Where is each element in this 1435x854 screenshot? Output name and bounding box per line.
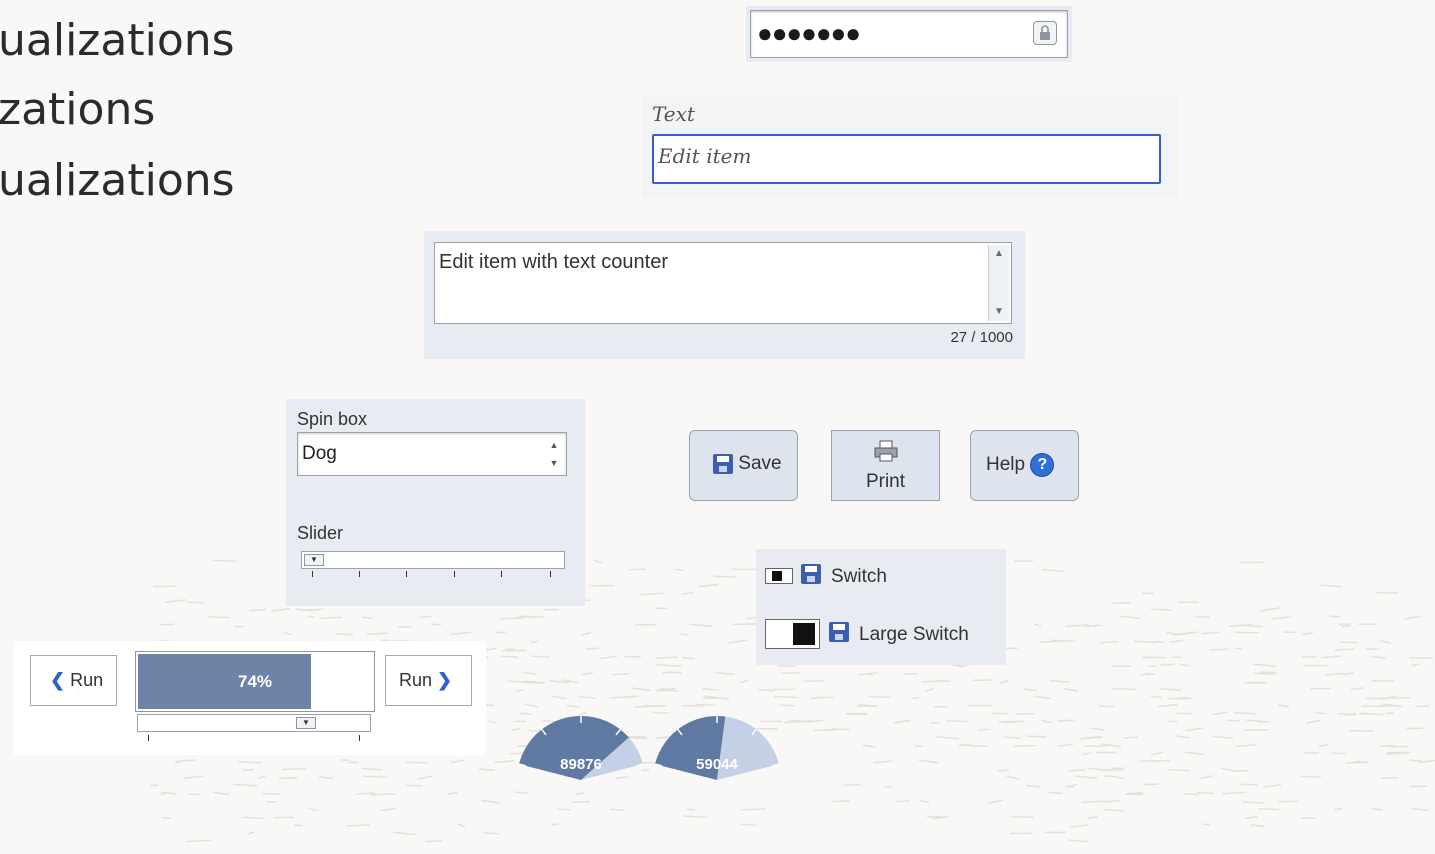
password-field[interactable]: ●●●●●●● bbox=[750, 10, 1068, 58]
textarea-field[interactable]: Edit item with text counter ▲ ▼ bbox=[434, 242, 1012, 324]
chevron-right-icon: ❯ bbox=[437, 670, 453, 690]
scroll-down-arrow-icon[interactable]: ▼ bbox=[989, 303, 1009, 321]
save-button[interactable]: Save bbox=[689, 430, 798, 501]
switch-knob bbox=[772, 571, 782, 581]
heading-line-2: zations bbox=[0, 84, 156, 135]
run-forward-button[interactable]: Run ❯ bbox=[385, 655, 472, 706]
password-mask: ●●●●●●● bbox=[757, 18, 861, 48]
spin-box-field[interactable]: Dog ▲ ▼ bbox=[297, 432, 567, 476]
help-icon: ? bbox=[1030, 453, 1055, 477]
lock-icon[interactable] bbox=[1033, 21, 1057, 45]
text-edit-value: Edit item bbox=[658, 144, 752, 168]
password-panel: ●●●●●●● bbox=[746, 6, 1072, 62]
spin-box-value: Dog bbox=[302, 443, 337, 464]
heading-line-1: ualizations bbox=[0, 15, 235, 66]
textarea-scrollbar[interactable]: ▲ ▼ bbox=[988, 245, 1009, 321]
text-counter: 27 / 1000 bbox=[950, 329, 1013, 346]
slider-label: Slider bbox=[297, 523, 344, 543]
save-label: Save bbox=[738, 453, 782, 474]
progress-bar: 74% bbox=[135, 651, 375, 712]
spin-box-label: Spin box bbox=[297, 409, 368, 429]
slider-ticks bbox=[312, 571, 552, 577]
help-label: Help bbox=[986, 454, 1026, 476]
switch-label: Switch bbox=[831, 566, 887, 587]
slider-track[interactable]: ▼ bbox=[301, 551, 565, 569]
print-label: Print bbox=[865, 471, 906, 492]
large-switch-toggle[interactable] bbox=[765, 619, 820, 649]
run-back-label: Run bbox=[70, 670, 104, 690]
gauge-1: 89876 bbox=[516, 712, 646, 780]
scroll-up-arrow-icon[interactable]: ▲ bbox=[989, 245, 1009, 263]
text-edit-label: Text bbox=[652, 102, 695, 126]
switch-panel: Switch Large Switch bbox=[756, 549, 1006, 665]
heading-line-3: ualizations bbox=[0, 155, 235, 206]
large-switch-knob bbox=[793, 623, 815, 645]
spin-slider-panel: Spin box Dog ▲ ▼ Slider ▼ bbox=[286, 399, 585, 606]
progress-panel: ❮ Run 74% ▼ Run ❯ bbox=[14, 641, 486, 755]
gauge-1-value: 89876 bbox=[560, 756, 602, 773]
run-back-button[interactable]: ❮ Run bbox=[30, 655, 117, 706]
textarea-panel: Edit item with text counter ▲ ▼ 27 / 100… bbox=[424, 231, 1025, 359]
progress-slider-thumb[interactable]: ▼ bbox=[296, 717, 316, 729]
help-button[interactable]: Help ? bbox=[970, 430, 1079, 501]
chevron-left-icon: ❮ bbox=[50, 670, 66, 690]
text-edit-field[interactable]: Edit item bbox=[652, 134, 1161, 184]
gauge-2: 59044 bbox=[652, 712, 782, 780]
progress-slider-ticks bbox=[148, 735, 364, 741]
switch-toggle[interactable] bbox=[765, 568, 793, 584]
slider-thumb[interactable]: ▼ bbox=[304, 554, 324, 566]
textarea-value: Edit item with text counter bbox=[439, 251, 668, 273]
text-edit-panel: Text Edit item bbox=[642, 96, 1178, 198]
print-icon bbox=[832, 439, 939, 469]
save-icon bbox=[713, 453, 733, 474]
spin-arrows-icon[interactable]: ▲ ▼ bbox=[546, 436, 562, 472]
gauge-2-value: 59044 bbox=[696, 756, 738, 773]
save-icon bbox=[829, 622, 849, 642]
progress-text: 74% bbox=[237, 672, 273, 691]
large-switch-label: Large Switch bbox=[859, 624, 969, 645]
run-forward-label: Run bbox=[399, 670, 433, 690]
print-button[interactable]: Print bbox=[831, 430, 940, 501]
progress-slider[interactable]: ▼ bbox=[137, 714, 371, 732]
save-icon bbox=[801, 564, 821, 584]
